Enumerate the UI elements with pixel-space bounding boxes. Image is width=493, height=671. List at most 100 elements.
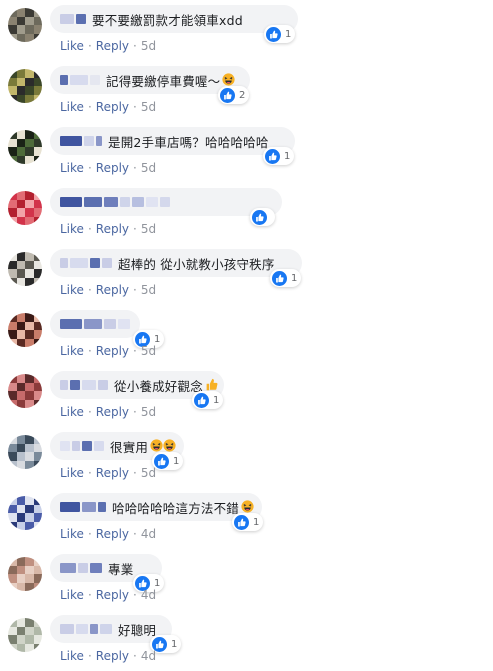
separator-dot: · — [87, 39, 92, 53]
comment-item: 從小養成好觀念 1 Like · Reply · 5d — [0, 366, 493, 427]
separator-dot: · — [133, 405, 137, 419]
avatar[interactable] — [8, 435, 42, 469]
like-link[interactable]: Like — [60, 222, 84, 236]
like-link[interactable]: Like — [60, 405, 84, 419]
timestamp-link[interactable]: 5d — [141, 466, 156, 480]
comment-item: Like · Reply · 5d — [0, 183, 493, 244]
comment-item: 超棒的 從小就教小孩守秩序 1 Like · Reply · 5d — [0, 244, 493, 305]
avatar[interactable] — [8, 69, 42, 103]
comment-item: 哈哈哈哈哈這方法不錯 1 Like · Reply · 4d — [0, 488, 493, 549]
comment-item: 是開2手車店嗎？哈哈哈哈哈 1 Like · Reply · 5d — [0, 122, 493, 183]
like-link[interactable]: Like — [60, 100, 84, 114]
comment-text: 專業 — [108, 561, 134, 577]
timestamp-link[interactable]: 4d — [141, 527, 156, 541]
avatar[interactable] — [8, 374, 42, 408]
like-reaction-icon — [272, 270, 287, 286]
author-name-link[interactable] — [60, 258, 114, 268]
timestamp-link[interactable]: 5d — [141, 100, 156, 114]
timestamp-link[interactable]: 5d — [141, 39, 156, 53]
author-name-link[interactable] — [60, 441, 106, 451]
separator-dot: · — [133, 649, 137, 663]
avatar[interactable] — [8, 8, 42, 42]
reply-link[interactable]: Reply — [96, 649, 129, 663]
comment-bubble: 超棒的 從小就教小孩守秩序 — [50, 249, 302, 277]
separator-dot: · — [133, 527, 137, 541]
reaction-count: 1 — [154, 333, 161, 345]
comment-bubble — [50, 188, 282, 216]
comment-actions: Like · Reply · 4d — [60, 588, 156, 602]
avatar[interactable] — [8, 252, 42, 286]
comment-item: 專業 1 Like · Reply · 4d — [0, 549, 493, 610]
like-link[interactable]: Like — [60, 161, 84, 175]
timestamp-link[interactable]: 5d — [141, 344, 156, 358]
avatar[interactable] — [8, 618, 42, 652]
avatar[interactable] — [8, 191, 42, 225]
separator-dot: · — [133, 588, 137, 602]
reply-link[interactable]: Reply — [96, 527, 129, 541]
comment-item: 1 Like · Reply · 5d — [0, 305, 493, 366]
reaction-count: 1 — [285, 28, 292, 40]
reaction-summary[interactable] — [250, 208, 275, 226]
like-link[interactable]: Like — [60, 39, 84, 53]
comment-item: 記得要繳停車費喔～ 2 Like · Reply · 5d — [0, 61, 493, 122]
author-name-link[interactable] — [60, 563, 104, 573]
comment-actions: Like · Reply · 4d — [60, 649, 156, 663]
author-name-link[interactable] — [60, 14, 88, 24]
like-reaction-icon — [266, 26, 281, 42]
separator-dot: · — [87, 283, 92, 297]
avatar[interactable] — [8, 313, 42, 347]
reply-link[interactable]: Reply — [96, 466, 129, 480]
reaction-summary[interactable]: 1 — [264, 25, 296, 43]
like-reaction-icon — [252, 209, 267, 225]
reaction-summary[interactable]: 1 — [270, 269, 302, 287]
timestamp-link[interactable]: 4d — [141, 588, 156, 602]
like-link[interactable]: Like — [60, 649, 84, 663]
comment-actions: Like · Reply · 5d — [60, 405, 156, 419]
avatar[interactable] — [8, 557, 42, 591]
reaction-summary[interactable]: 1 — [232, 513, 264, 531]
author-name-link[interactable] — [60, 380, 110, 390]
comment-bubble: 哈哈哈哈哈這方法不錯 — [50, 493, 262, 521]
like-link[interactable]: Like — [60, 588, 84, 602]
timestamp-link[interactable]: 5d — [141, 405, 156, 419]
reply-link[interactable]: Reply — [96, 405, 129, 419]
like-link[interactable]: Like — [60, 283, 84, 297]
reply-link[interactable]: Reply — [96, 222, 129, 236]
reaction-summary[interactable]: 1 — [152, 452, 184, 470]
author-name-link[interactable] — [60, 136, 104, 146]
like-link[interactable]: Like — [60, 527, 84, 541]
separator-dot: · — [133, 100, 137, 114]
author-name-link[interactable] — [60, 624, 114, 634]
reply-link[interactable]: Reply — [96, 344, 129, 358]
comment-bubble: 要不要繳罰款才能領車xdd — [50, 5, 298, 33]
reply-link[interactable]: Reply — [96, 283, 129, 297]
separator-dot: · — [87, 161, 92, 175]
timestamp-link[interactable]: 5d — [141, 161, 156, 175]
comment-actions: Like · Reply · 5d — [60, 100, 156, 114]
author-name-link[interactable] — [60, 197, 172, 207]
reply-link[interactable]: Reply — [96, 588, 129, 602]
reaction-summary[interactable]: 1 — [192, 391, 224, 409]
author-name-link[interactable] — [60, 502, 108, 512]
like-reaction-icon — [265, 148, 280, 164]
comment-bubble: 是開2手車店嗎？哈哈哈哈哈 — [50, 127, 295, 155]
timestamp-link[interactable]: 4d — [141, 649, 156, 663]
timestamp-link[interactable]: 5d — [141, 222, 156, 236]
reply-link[interactable]: Reply — [96, 39, 129, 53]
separator-dot: · — [87, 344, 92, 358]
author-name-link[interactable] — [60, 319, 132, 329]
comment-actions: Like · Reply · 5d — [60, 283, 156, 297]
author-name-link[interactable] — [60, 75, 102, 85]
reply-link[interactable]: Reply — [96, 100, 129, 114]
comment-text: 要不要繳罰款才能領車xdd — [92, 12, 243, 28]
reaction-summary[interactable]: 1 — [263, 147, 295, 165]
timestamp-link[interactable]: 5d — [141, 283, 156, 297]
avatar[interactable] — [8, 130, 42, 164]
comment-text: 記得要繳停車費喔～ — [106, 73, 221, 89]
avatar[interactable] — [8, 496, 42, 530]
like-reaction-icon — [194, 392, 209, 408]
like-link[interactable]: Like — [60, 466, 84, 480]
like-link[interactable]: Like — [60, 344, 84, 358]
reply-link[interactable]: Reply — [96, 161, 129, 175]
reaction-summary[interactable]: 2 — [218, 86, 250, 104]
